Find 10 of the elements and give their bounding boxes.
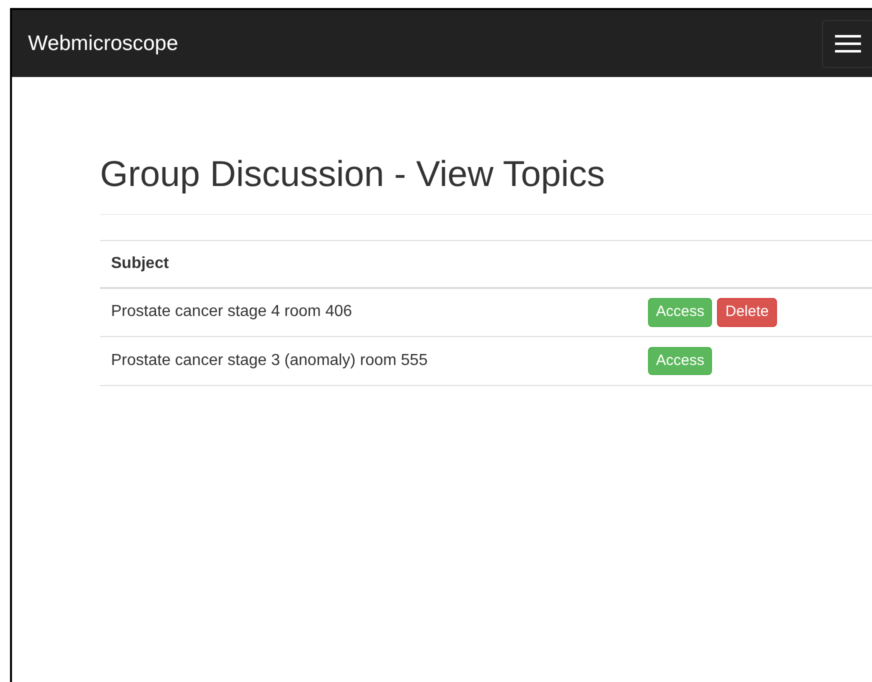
brand-link[interactable]: Webmicroscope (28, 28, 178, 60)
menu-button[interactable] (822, 20, 872, 68)
access-button[interactable]: Access (648, 298, 712, 326)
table-cell: Prostate cancer stage 4 room 406 (100, 288, 648, 336)
access-button[interactable]: Access (648, 346, 712, 376)
page-title: Group Discussion - View Topics (100, 152, 606, 196)
table-cell: Prostate cancer stage 3 (anomaly) room 555 (100, 336, 648, 386)
column-header: Subject (100, 240, 648, 288)
menu-icon (835, 34, 861, 52)
delete-button[interactable]: Delete (717, 298, 777, 326)
